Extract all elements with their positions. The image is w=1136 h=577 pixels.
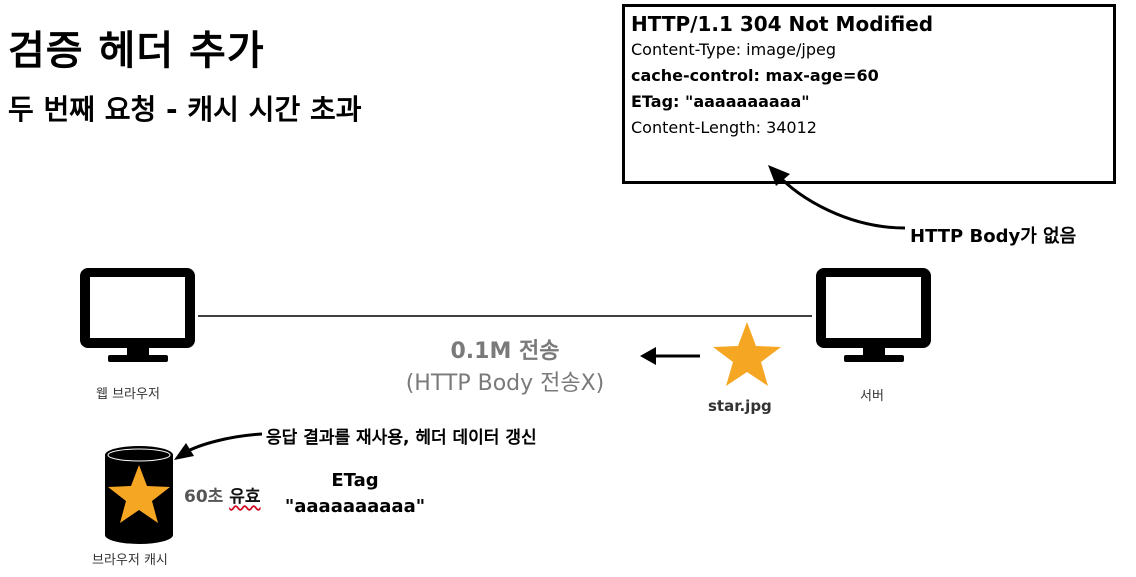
file-name-label: star.jpg bbox=[708, 397, 772, 415]
cached-etag-label: ETag bbox=[331, 470, 379, 491]
browser-label: 웹 브라우저 bbox=[96, 387, 160, 402]
no-body-arrow bbox=[768, 165, 906, 230]
reuse-note: 응답 결과를 재사용, 헤더 데이터 갱신 bbox=[266, 428, 537, 448]
diagram-graphics bbox=[80, 165, 931, 544]
validity-prefix: 60초 bbox=[184, 487, 224, 507]
reuse-arrow bbox=[174, 432, 263, 460]
server-label: 서버 bbox=[860, 389, 884, 404]
browser-monitor-icon bbox=[80, 268, 195, 362]
validity-suffix: 유효 bbox=[229, 487, 261, 507]
cached-etag-value: "aaaaaaaaaa" bbox=[284, 496, 426, 517]
server-monitor-icon bbox=[816, 268, 931, 362]
cache-validity: 60초 유효 bbox=[184, 482, 261, 507]
star-file-icon bbox=[713, 322, 781, 386]
transfer-note: (HTTP Body 전송X) bbox=[405, 371, 605, 396]
transfer-arrow bbox=[640, 347, 700, 365]
cache-label: 브라우저 캐시 bbox=[92, 553, 168, 568]
cached-etag: ETag "aaaaaaaaaa" bbox=[270, 468, 440, 520]
transfer-size: 0.1M 전송 bbox=[450, 339, 560, 364]
transfer-info: 0.1M 전송 (HTTP Body 전송X) bbox=[380, 336, 630, 400]
